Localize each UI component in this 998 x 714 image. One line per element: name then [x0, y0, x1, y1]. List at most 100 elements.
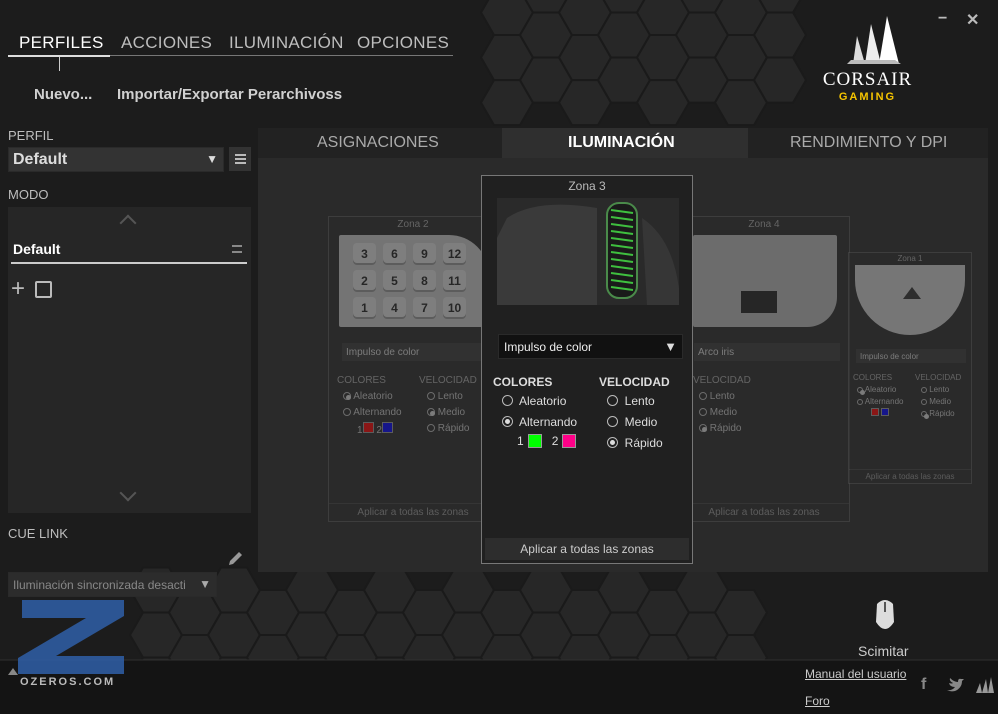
- minimize-button[interactable]: −: [938, 10, 947, 28]
- new-profile-link[interactable]: Nuevo...: [34, 86, 92, 103]
- nav-divider: [110, 55, 453, 56]
- zone-3-spd-fast[interactable]: Rápido: [607, 436, 663, 450]
- zone-2-opt-alternate[interactable]: Alternando: [343, 407, 402, 418]
- brand-name: CORSAIR: [822, 69, 913, 90]
- zone-4-spd-slow[interactable]: Lento: [699, 391, 735, 402]
- zone-3-opt-alternate-label: Alternando: [519, 415, 578, 429]
- corsair-sails-icon[interactable]: [974, 677, 994, 693]
- radio-icon: [699, 392, 707, 400]
- keypad-key: 5: [383, 270, 406, 292]
- mouse-icon[interactable]: [872, 598, 898, 634]
- zone-1-opt-random-label: Aleatorio: [864, 385, 897, 394]
- nav-pointer: [59, 57, 60, 71]
- cue-link-select[interactable]: Iluminación sincronizada desacti ▼: [8, 572, 217, 597]
- nav-tab-opciones[interactable]: OPCIONES: [357, 33, 449, 53]
- zone-3-spd-medium[interactable]: Medio: [607, 415, 657, 429]
- zone-1-opt-random[interactable]: Aleatorio: [857, 385, 897, 395]
- zone-2-color-1[interactable]: [362, 422, 374, 433]
- scroll-up-icon[interactable]: [119, 214, 137, 232]
- mode-item-default[interactable]: Default: [13, 241, 60, 257]
- nav-tab-iluminacion[interactable]: ILUMINACIÓN: [229, 33, 344, 53]
- keypad-key: 4: [383, 297, 406, 319]
- zone-4-spd-fast[interactable]: Rápido: [699, 423, 741, 434]
- zone-2-opt-random[interactable]: Aleatorio: [343, 391, 393, 402]
- profile-select-value: Default: [13, 150, 68, 168]
- zone-2-card[interactable]: Zona 2 3 6 9 12 2 5 8 11 1 4 7 10 Impulso de color …: [328, 216, 498, 522]
- zone-4-spd-slow-label: Lento: [709, 391, 735, 402]
- zone-1-effect-value: Impulso de color: [860, 351, 919, 361]
- zone-3-opt-random[interactable]: Aleatorio: [502, 394, 566, 408]
- zone-2-apply-button[interactable]: Aplicar a todas las zonas: [329, 503, 497, 521]
- zone-1-effect-select[interactable]: Impulso de color: [855, 348, 967, 364]
- zone-3-opt-alternate[interactable]: Alternando: [502, 415, 577, 429]
- radio-icon: [607, 395, 618, 406]
- zone-1-spd-medium-label: Medio: [929, 397, 952, 406]
- add-mode-icon[interactable]: +: [11, 277, 25, 301]
- tab-asignaciones[interactable]: ASIGNACIONES: [317, 134, 439, 152]
- zone-4-apply-button[interactable]: Aplicar a todas las zonas: [679, 503, 849, 521]
- import-export-link[interactable]: Importar/Exportar Perarchivoss: [117, 86, 342, 103]
- zone-2-effect-value: Impulso de color: [346, 346, 420, 358]
- forum-link[interactable]: Foro: [805, 694, 830, 708]
- nav-tab-perfiles[interactable]: PERFILES: [19, 33, 104, 53]
- radio-icon: [502, 395, 513, 406]
- zone-1-spd-medium[interactable]: Medio: [921, 397, 951, 406]
- zone-3-spd-slow[interactable]: Lento: [607, 394, 655, 408]
- radio-icon: [921, 411, 929, 419]
- zone-3-color-1[interactable]: [527, 434, 542, 448]
- zone-1-opt-alternate[interactable]: Alternando: [857, 397, 903, 406]
- zone-4-effect-value: Arco iris: [698, 346, 735, 358]
- zone-1-spd-fast[interactable]: Rápido: [921, 409, 955, 419]
- zone-1-color-1[interactable]: [871, 408, 879, 416]
- zone-4-effect-select[interactable]: Arco iris: [693, 342, 841, 362]
- zone-3-color-2[interactable]: [562, 434, 577, 448]
- zone-1-spd-fast-label: Rápido: [929, 409, 955, 418]
- facebook-icon[interactable]: f: [921, 676, 926, 694]
- import-mode-icon[interactable]: [35, 281, 52, 298]
- zone-2-color-2[interactable]: [381, 422, 393, 433]
- zone-3-colors-label: COLORES: [493, 375, 553, 389]
- zone-3-apply-button[interactable]: Aplicar a todas las zonas: [485, 538, 689, 560]
- ozeros-z-icon: [18, 600, 124, 674]
- zone-1-spd-slow[interactable]: Lento: [921, 385, 949, 394]
- radio-icon: [427, 408, 435, 416]
- zone-2-spd-medium-label: Medio: [437, 407, 466, 418]
- zone-4-spd-medium[interactable]: Medio: [699, 407, 737, 418]
- twitter-icon[interactable]: [946, 678, 964, 692]
- profile-menu-button[interactable]: [229, 147, 251, 171]
- nav-tab-acciones[interactable]: ACCIONES: [121, 33, 212, 53]
- zone-3-card[interactable]: Zona 3 Impulso de color ▼ COLORES VELOCI…: [481, 175, 693, 564]
- profile-select[interactable]: Default ▼: [8, 147, 224, 172]
- zone-3-speed-label: VELOCIDAD: [599, 375, 670, 389]
- pencil-icon[interactable]: [226, 548, 246, 568]
- radio-icon: [857, 387, 865, 395]
- tab-iluminacion[interactable]: ILUMINACIÓN: [568, 134, 675, 152]
- cue-link-value: Iluminación sincronizada desacti: [13, 577, 186, 592]
- mode-menu-icon[interactable]: [232, 245, 242, 253]
- modo-label: MODO: [8, 187, 49, 202]
- zone-3-image: [497, 198, 679, 305]
- tab-rendimiento-dpi[interactable]: RENDIMIENTO Y DPI: [790, 134, 947, 152]
- zone-1-color-2[interactable]: [881, 408, 890, 416]
- zone-3-effect-select[interactable]: Impulso de color ▼: [498, 334, 683, 359]
- mode-item-underline: [11, 262, 247, 264]
- keypad-key: 12: [443, 243, 466, 265]
- content-tabs: ASIGNACIONES ILUMINACIÓN RENDIMIENTO Y D…: [258, 128, 988, 158]
- radio-icon: [502, 416, 513, 427]
- zone-2-effect-select[interactable]: Impulso de color: [341, 342, 489, 362]
- zone-4-card[interactable]: Zona 4 Arco iris VELOCIDAD Lento Medio R…: [678, 216, 850, 522]
- zone-1-apply-button[interactable]: Aplicar a todas las zonas: [849, 469, 971, 483]
- radio-icon: [343, 408, 351, 416]
- brand-sub: GAMING: [838, 91, 897, 103]
- zone-4-image: [693, 235, 837, 327]
- zone-3-title: Zona 3: [568, 179, 606, 193]
- zone-2-spd-fast[interactable]: Rápido: [427, 423, 469, 434]
- zone-2-spd-slow[interactable]: Lento: [427, 391, 463, 402]
- zone-2-spd-medium[interactable]: Medio: [427, 407, 465, 418]
- corsair-logo-icon: [903, 287, 921, 299]
- scroll-down-icon[interactable]: [119, 484, 137, 502]
- close-button[interactable]: ✕: [966, 10, 979, 30]
- expand-up-icon[interactable]: [8, 668, 18, 675]
- zone-1-card[interactable]: Zona 1 Impulso de color COLORES VELOCIDA…: [848, 252, 972, 484]
- user-manual-link[interactable]: Manual del usuario: [805, 667, 906, 681]
